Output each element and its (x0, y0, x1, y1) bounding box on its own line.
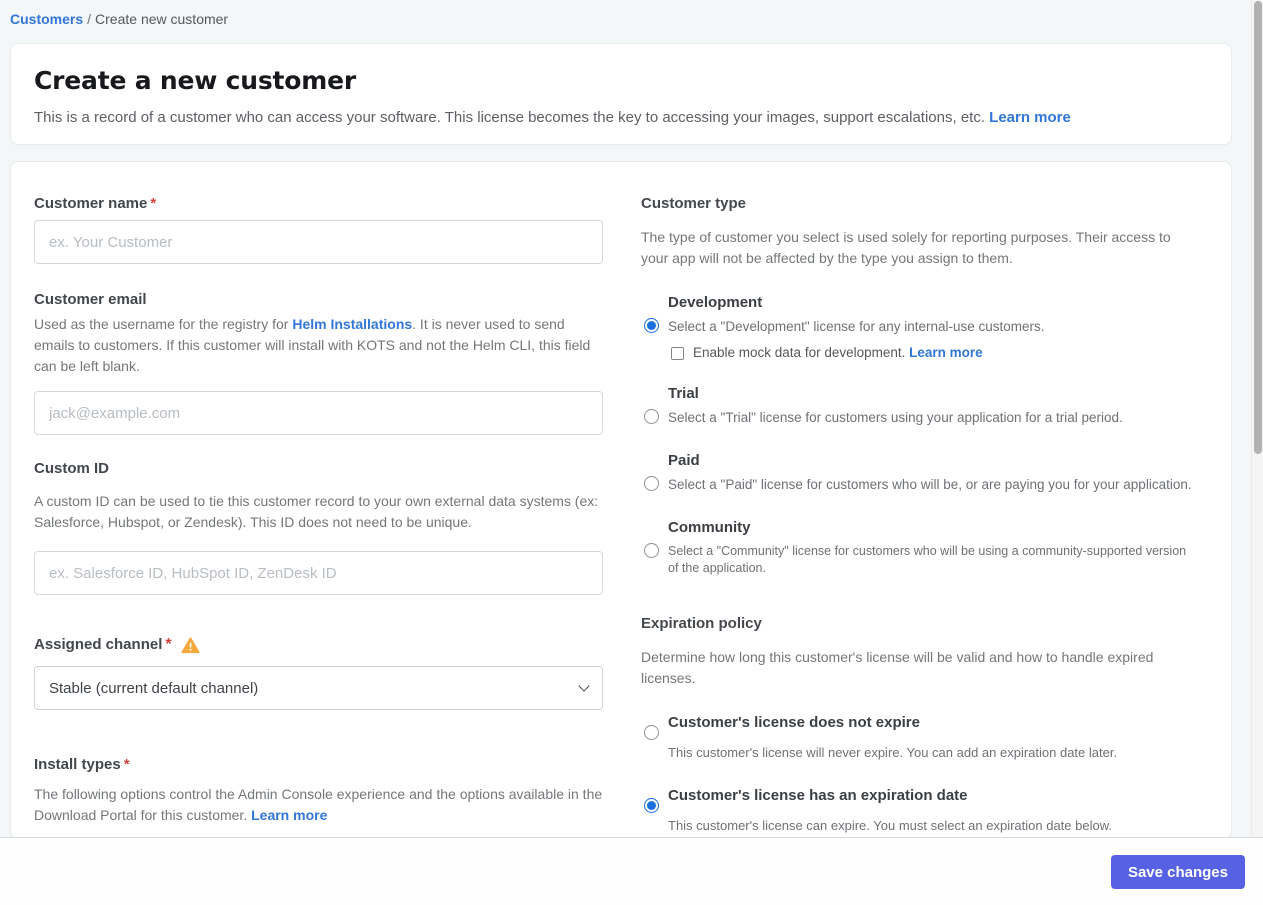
development-option-title: Development (668, 294, 763, 311)
customer-name-label-text: Customer name (34, 195, 148, 212)
customer-name-label: Customer name * (34, 194, 603, 214)
scrollbar-thumb[interactable] (1254, 1, 1262, 454)
page-title: Create a new customer (34, 66, 356, 95)
assigned-channel-select[interactable]: Stable (current default channel) (34, 666, 603, 710)
page-description: This is a record of a customer who can a… (34, 108, 1208, 128)
customer-type-option-paid: Paid Select a "Paid" license for custome… (641, 451, 1196, 494)
community-option-title: Community (668, 519, 751, 536)
expiration-option-has-date: Customer's license has an expiration dat… (641, 786, 1196, 835)
development-option-description: Select a "Development" license for any i… (668, 319, 1045, 334)
install-types-learn-more-link[interactable]: Learn more (251, 807, 327, 823)
paid-option-description: Select a "Paid" license for customers wh… (668, 477, 1192, 492)
customer-type-heading: Customer type (641, 195, 747, 212)
customer-type-option-development: Development Select a "Development" licen… (641, 293, 1196, 362)
customer-type-option-trial: Trial Select a "Trial" license for custo… (641, 384, 1196, 427)
mock-data-row: Enable mock data for development. Learn … (671, 344, 1196, 362)
custom-id-description: A custom ID can be used to tie this cust… (34, 493, 599, 530)
community-option-description: Select a "Community" license for custome… (668, 544, 1187, 575)
customer-email-description: Used as the username for the registry fo… (34, 314, 603, 377)
form-right-column: Customer type The type of customer you s… (641, 186, 1196, 835)
expiration-option-no-expire: Customer's license does not expire This … (641, 713, 1196, 762)
warning-icon (181, 636, 200, 654)
helm-installations-link[interactable]: Helm Installations (292, 316, 412, 332)
customer-type-option-community: Community Select a "Community" license f… (641, 518, 1196, 577)
customer-form-card: Customer name* Customer email Used as th… (10, 161, 1232, 839)
form-left-column: Customer name* Customer email Used as th… (34, 186, 603, 826)
mock-data-learn-more-link[interactable]: Learn more (909, 345, 983, 360)
development-radio[interactable] (644, 318, 659, 333)
expiration-policy-description: Determine how long this customer's licen… (641, 649, 1154, 686)
customer-name-input[interactable] (34, 220, 603, 264)
breadcrumb: Customers / Create new customer (0, 0, 1251, 27)
page-header-card: Create a new customer This is a record o… (10, 43, 1232, 145)
breadcrumb-customers-link[interactable]: Customers (10, 11, 83, 27)
header-learn-more-link[interactable]: Learn more (989, 109, 1071, 126)
required-asterisk: * (165, 636, 172, 653)
trial-option-title: Trial (668, 385, 699, 402)
assigned-channel-label-row: Assigned channel * (34, 635, 603, 655)
no-expire-radio[interactable] (644, 725, 659, 740)
install-types-label-text: Install types (34, 756, 121, 773)
trial-radio[interactable] (644, 409, 659, 424)
customer-type-description: The type of customer you select is used … (641, 229, 1171, 266)
no-expire-option-title: Customer's license does not expire (668, 714, 920, 731)
required-asterisk: * (123, 756, 130, 773)
scrollbar-track[interactable] (1251, 0, 1263, 837)
install-types-description: The following options control the Admin … (34, 784, 603, 826)
has-expiration-option-description: This customer's license can expire. You … (668, 818, 1112, 833)
breadcrumb-separator: / (87, 11, 92, 27)
community-radio[interactable] (644, 543, 659, 558)
install-types-label: Install types * (34, 755, 603, 775)
mock-data-checkbox[interactable] (671, 346, 684, 360)
assigned-channel-label: Assigned channel (34, 636, 163, 653)
has-expiration-option-title: Customer's license has an expiration dat… (668, 787, 968, 804)
page-description-text: This is a record of a customer who can a… (34, 109, 985, 126)
expiration-policy-heading: Expiration policy (641, 615, 762, 632)
custom-id-label: Custom ID (34, 460, 109, 477)
no-expire-option-description: This customer's license will never expir… (668, 745, 1118, 760)
paid-radio[interactable] (644, 476, 659, 491)
mock-data-label: Enable mock data for development. Learn … (693, 344, 983, 362)
customer-email-label: Customer email (34, 291, 147, 308)
has-expiration-radio[interactable] (644, 798, 659, 813)
mock-data-label-text: Enable mock data for development. (693, 345, 910, 360)
customer-email-input[interactable] (34, 391, 603, 435)
page-scroll-area: Customers / Create new customer Create a n… (0, 0, 1251, 839)
custom-id-input[interactable] (34, 551, 603, 595)
email-desc-before: Used as the username for the registry fo… (34, 316, 293, 332)
footer-bar: Save changes (0, 837, 1263, 905)
trial-option-description: Select a "Trial" license for customers u… (668, 410, 1123, 425)
required-asterisk: * (150, 195, 157, 212)
breadcrumb-current: Create new customer (95, 11, 229, 27)
paid-option-title: Paid (668, 452, 700, 469)
assigned-channel-select-wrap: Stable (current default channel) (34, 666, 603, 710)
save-changes-button[interactable]: Save changes (1110, 855, 1245, 889)
